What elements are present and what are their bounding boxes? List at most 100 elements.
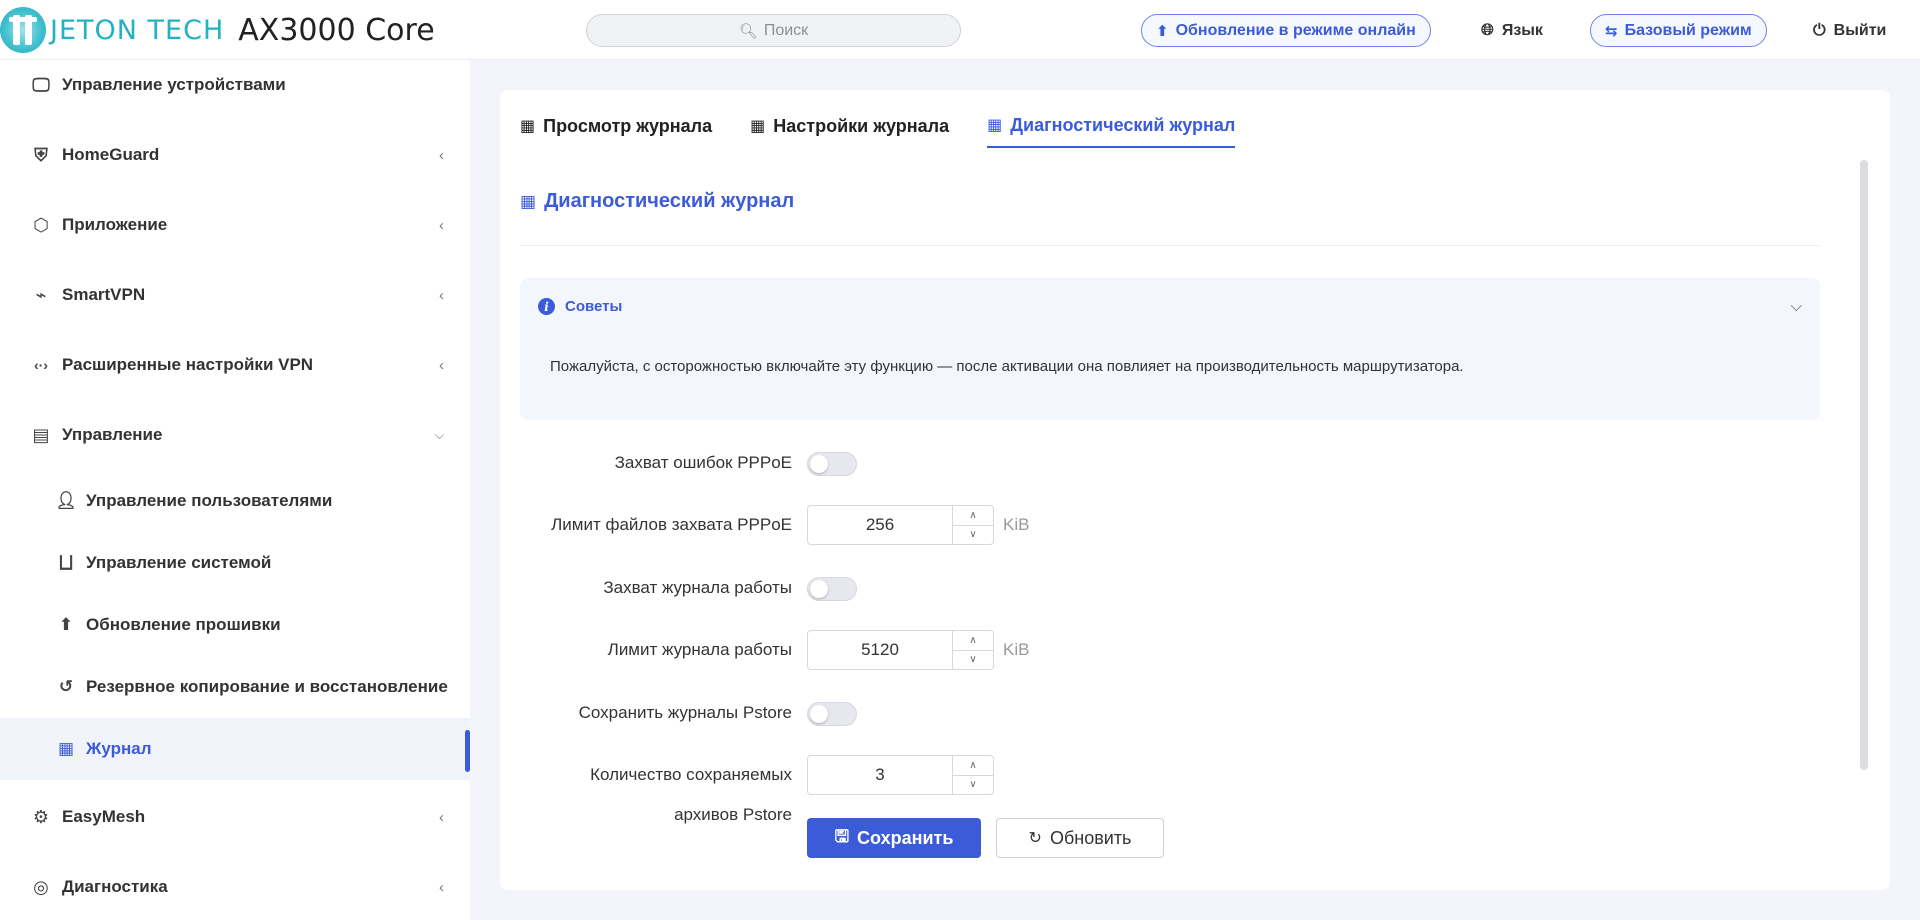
form-row-pstore-save: Сохранить журналы Pstore — [500, 693, 1500, 733]
sidebar-item-smartvpn[interactable]: ⌁ SmartVPN ‹ — [0, 264, 470, 326]
chevron-left-icon: ‹ — [439, 146, 444, 164]
sidebar-item-easymesh[interactable]: ⚙︎ EasyMesh ‹ — [0, 786, 470, 848]
language-button[interactable]: 🌐︎ Язык — [1481, 14, 1543, 47]
chevron-up-icon[interactable]: ∧ — [953, 756, 993, 776]
pppoe-capture-label: Захват ошибок PPPoE — [614, 453, 792, 472]
chevron-up-icon[interactable]: ∧ — [953, 506, 993, 526]
tips-header[interactable]: i Советы — [538, 298, 622, 315]
sidebar-item-homeguard[interactable]: ⛨ HomeGuard ‹ — [0, 124, 470, 186]
tips-text: Пожалуйста, с осторожностью включайте эт… — [550, 358, 1464, 375]
form-row-pppoe-capture: Захват ошибок PPPoE — [500, 443, 1500, 483]
restore-icon: ↺ — [58, 677, 74, 696]
chevron-down-icon[interactable]: ∨ — [953, 651, 993, 670]
sidebar-item-user-management[interactable]: 👤︎ Управление пользователями — [0, 470, 470, 532]
sidebar-item-firmware-update[interactable]: ⬆︎ Обновление прошивки — [0, 594, 470, 656]
pstore-save-toggle[interactable] — [807, 702, 857, 726]
worklog-limit-unit: KiB — [1003, 640, 1030, 659]
tab-diagnostic-log[interactable]: ▦ Диагностический журнал — [987, 104, 1236, 148]
sidebar-item-device-management[interactable]: 🖵︎ Управление устройствами — [0, 54, 470, 116]
log-icon: ▦ — [750, 118, 766, 135]
chevron-down-icon: ⌵ — [434, 427, 444, 442]
form-row-worklog-capture: Захват журнала работы — [500, 568, 1500, 608]
log-icon: ▦ — [520, 191, 537, 211]
log-icon: ▦ — [57, 739, 75, 758]
sidebar-item-backup-restore[interactable]: ↺ Резервное копирование и восстановление — [0, 656, 470, 718]
form-row-pppoe-limit: Лимит файлов захвата PPPoE 256 ∧ ∨ KiB — [500, 505, 1500, 545]
chevron-left-icon: ‹ — [439, 808, 444, 826]
main-card: ▦ Просмотр журнала ▦ Настройки журнала ▦… — [500, 90, 1890, 890]
online-update-button[interactable]: ⬆︎ Обновление в режиме онлайн — [1141, 14, 1431, 47]
worklog-capture-label: Захват журнала работы — [603, 578, 792, 597]
globe-icon: 🌐︎ — [1481, 21, 1494, 39]
sidebar: 🖵︎ Управление устройствами ⛨ HomeGuard ‹… — [0, 60, 470, 920]
save-icon: 🖫︎ — [834, 826, 850, 846]
chevron-left-icon: ‹ — [439, 878, 444, 896]
pstore-count-label: Количество сохраняемых — [590, 765, 792, 784]
power-icon: ⏻ — [1813, 21, 1826, 39]
chevron-up-icon[interactable]: ∧ — [953, 631, 993, 651]
scrollbar[interactable] — [1860, 160, 1868, 770]
page-title: ▦ Диагностический журнал — [520, 190, 795, 212]
search-icon: 🔍︎ — [738, 22, 758, 40]
log-icon: ▦ — [987, 117, 1003, 134]
form-row-worklog-limit: Лимит журнала работы 5120 ∧ ∨ KiB — [500, 630, 1500, 670]
gear-icon: ⚙︎ — [32, 806, 50, 827]
worklog-limit-input[interactable]: 5120 — [808, 631, 953, 669]
refresh-button[interactable]: ↻ Обновить — [996, 818, 1164, 858]
user-icon: 👤︎ — [55, 491, 77, 510]
sidebar-item-system-management[interactable]: ⨆ Управление системой — [0, 532, 470, 594]
pstore-save-label: Сохранить журналы Pstore — [578, 703, 792, 722]
search-placeholder: Поиск — [763, 21, 809, 39]
pppoe-limit-stepper[interactable]: 256 ∧ ∨ — [807, 505, 994, 545]
code-arrows-icon: ‹·› — [34, 357, 48, 373]
sidebar-item-management[interactable]: ▤ Управление ⌵ — [0, 404, 470, 466]
sidebar-item-log[interactable]: ▦ Журнал — [0, 718, 470, 780]
toolbox-icon: ▤ — [32, 424, 50, 445]
log-icon: ▦ — [520, 118, 536, 135]
pstore-count-stepper[interactable]: 3 ∧ ∨ — [807, 755, 994, 795]
radar-icon: ◎ — [33, 876, 49, 897]
chevron-left-icon: ‹ — [439, 286, 444, 304]
pppoe-capture-toggle[interactable] — [807, 452, 857, 476]
pppoe-limit-unit: KiB — [1003, 515, 1030, 534]
logout-button[interactable]: ⏻ Выйти — [1813, 14, 1886, 47]
worklog-limit-stepper[interactable]: 5120 ∧ ∨ — [807, 630, 994, 670]
swap-icon: ⇆ — [1605, 22, 1618, 40]
chevron-down-icon[interactable]: ∨ — [953, 526, 993, 545]
cube-icon: ⬡ — [33, 214, 49, 235]
info-icon: i — [538, 298, 555, 315]
pppoe-limit-input[interactable]: 256 — [808, 506, 953, 544]
search-input[interactable]: 🔍︎ Поиск — [586, 14, 961, 47]
model-name: AX3000 Core — [238, 12, 435, 48]
form-row-pstore-count: Количество сохраняемых архивов Pstore 3 … — [500, 755, 1500, 824]
pppoe-limit-label: Лимит файлов захвата PPPoE — [551, 515, 792, 534]
sidebar-item-diagnostics[interactable]: ◎ Диагностика ‹ — [0, 856, 470, 918]
top-header: JETON TECH AX3000 Core 🔍︎ Поиск ⬆︎ Обнов… — [0, 0, 1920, 60]
upload-circle-icon: ⬆︎ — [1156, 22, 1169, 40]
tab-log-settings[interactable]: ▦ Настройки журнала — [750, 104, 949, 148]
router-icon: ⨆ — [59, 553, 73, 572]
divider — [520, 245, 1820, 246]
pstore-count-input[interactable]: 3 — [808, 756, 953, 794]
upload-circle-icon: ⬆︎ — [58, 615, 74, 634]
worklog-limit-label: Лимит журнала работы — [607, 640, 792, 659]
brand-name: JETON TECH — [50, 14, 225, 46]
plug-icon: ⌁ — [35, 284, 47, 305]
chevron-down-icon[interactable]: ∨ — [953, 776, 993, 795]
sidebar-item-application[interactable]: ⬡ Приложение ‹ — [0, 194, 470, 256]
logo[interactable]: JETON TECH AX3000 Core — [0, 5, 435, 55]
basic-mode-button[interactable]: ⇆ Базовый режим — [1590, 14, 1767, 47]
save-button[interactable]: 🖫︎ Сохранить — [807, 818, 981, 858]
refresh-icon: ↻ — [1028, 830, 1042, 847]
worklog-capture-toggle[interactable] — [807, 577, 857, 601]
pstore-count-label-2: архивов Pstore — [674, 805, 792, 824]
tab-log-view[interactable]: ▦ Просмотр журнала — [520, 104, 712, 148]
tab-bar: ▦ Просмотр журнала ▦ Настройки журнала ▦… — [520, 104, 1273, 148]
sidebar-item-advanced-vpn[interactable]: ‹·› Расширенные настройки VPN ‹ — [0, 334, 470, 396]
chevron-down-icon[interactable]: ⌵ — [1791, 298, 1802, 315]
logo-icon — [0, 7, 46, 53]
chevron-left-icon: ‹ — [439, 216, 444, 234]
chevron-left-icon: ‹ — [439, 356, 444, 374]
shield-icon: ⛨ — [34, 144, 48, 165]
tips-panel: i Советы ⌵ Пожалуйста, с осторожностью в… — [520, 278, 1820, 420]
